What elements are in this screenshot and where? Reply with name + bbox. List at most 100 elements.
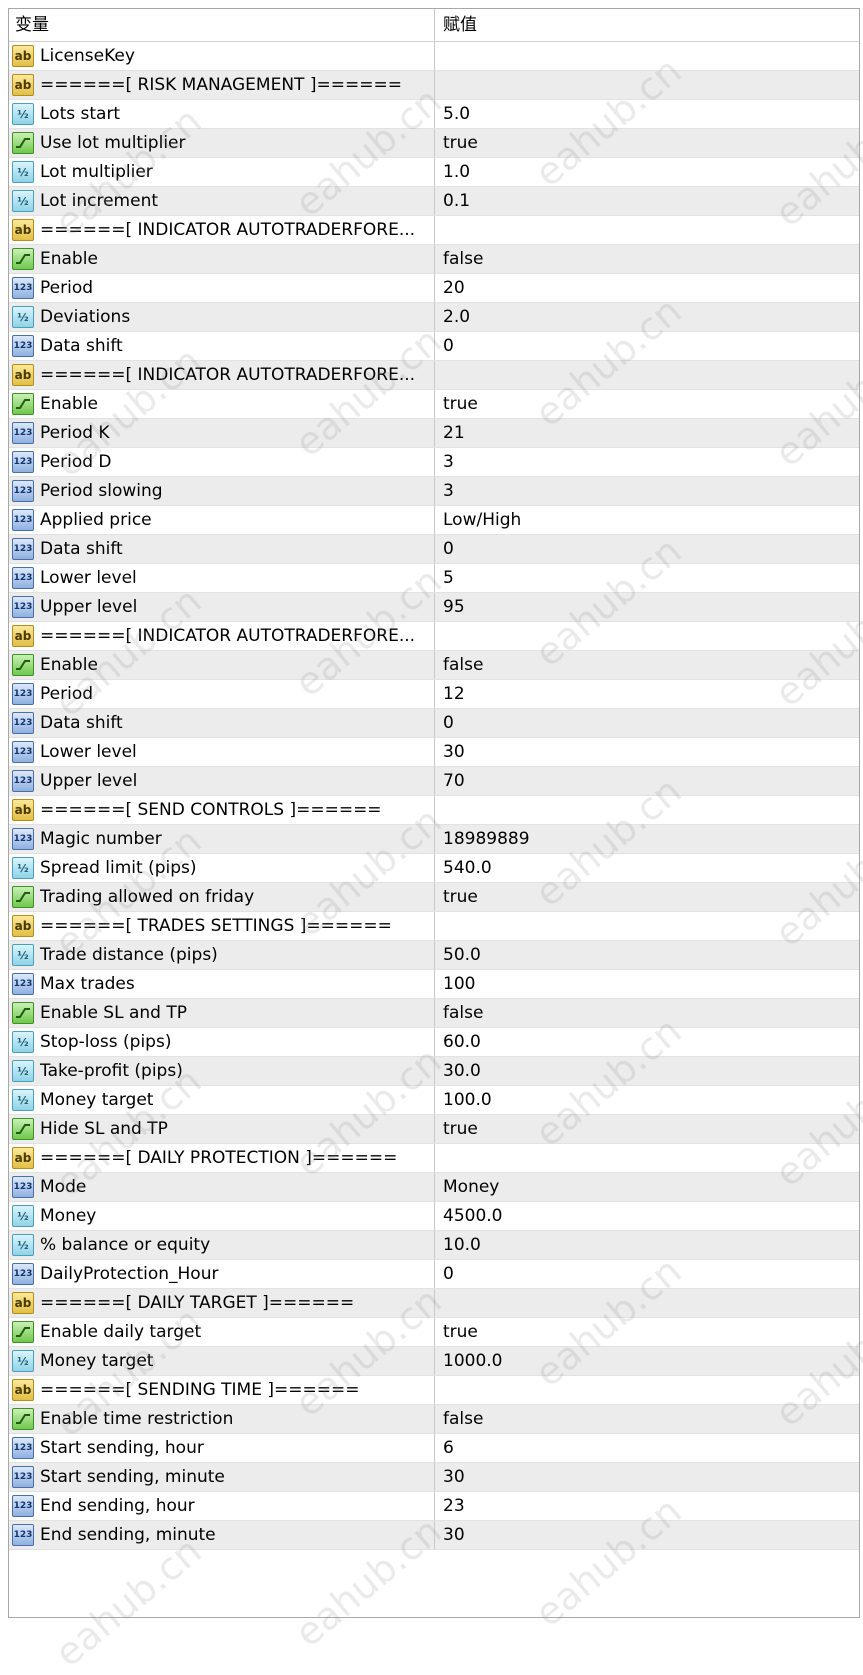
variable-cell[interactable]: ab ======[ INDICATOR AUTOTRADERFORE... xyxy=(9,622,435,650)
header-variable[interactable]: 变量 xyxy=(9,9,435,41)
variable-cell[interactable]: ½ Deviations xyxy=(9,303,435,331)
variable-cell[interactable]: Enable SL and TP xyxy=(9,999,435,1027)
variable-cell[interactable]: 123 Lower level xyxy=(9,564,435,592)
variable-cell[interactable]: ½ Money target xyxy=(9,1086,435,1114)
table-row[interactable]: 123 Lower level 5 xyxy=(9,564,859,593)
table-row[interactable]: 123 Lower level 30 xyxy=(9,738,859,767)
table-row[interactable]: 123 Start sending, hour 6 xyxy=(9,1434,859,1463)
value-cell[interactable]: true xyxy=(435,390,859,418)
variable-cell[interactable]: ½ Lots start xyxy=(9,100,435,128)
table-row[interactable]: ab ======[ INDICATOR AUTOTRADERFORE... xyxy=(9,216,859,245)
variable-cell[interactable]: Enable daily target xyxy=(9,1318,435,1346)
value-cell[interactable]: 23 xyxy=(435,1492,859,1520)
value-cell[interactable]: 21 xyxy=(435,419,859,447)
table-row[interactable]: 123 Data shift 0 xyxy=(9,332,859,361)
table-row[interactable]: ab ======[ DAILY TARGET ]====== xyxy=(9,1289,859,1318)
variable-cell[interactable]: ½ Trade distance (pips) xyxy=(9,941,435,969)
variable-cell[interactable]: ½ Stop-loss (pips) xyxy=(9,1028,435,1056)
variable-cell[interactable]: 123 Period slowing xyxy=(9,477,435,505)
value-cell[interactable]: 2.0 xyxy=(435,303,859,331)
table-row[interactable]: 123 Period D 3 xyxy=(9,448,859,477)
variable-cell[interactable]: ½ Take-profit (pips) xyxy=(9,1057,435,1085)
table-row[interactable]: Enable daily target true xyxy=(9,1318,859,1347)
header-value[interactable]: 赋值 xyxy=(435,9,477,41)
variable-cell[interactable]: Enable xyxy=(9,651,435,679)
variable-cell[interactable]: ½ Money target xyxy=(9,1347,435,1375)
table-row[interactable]: ½ Money target 100.0 xyxy=(9,1086,859,1115)
variable-cell[interactable]: 123 Upper level xyxy=(9,767,435,795)
value-cell[interactable] xyxy=(435,1144,859,1172)
value-cell[interactable] xyxy=(435,216,859,244)
value-cell[interactable]: 0 xyxy=(435,535,859,563)
value-cell[interactable] xyxy=(435,622,859,650)
value-cell[interactable]: 30 xyxy=(435,1521,859,1549)
variable-cell[interactable]: ab ======[ RISK MANAGEMENT ]====== xyxy=(9,71,435,99)
value-cell[interactable] xyxy=(435,42,859,70)
table-row[interactable]: Enable SL and TP false xyxy=(9,999,859,1028)
variable-cell[interactable]: 123 Start sending, minute xyxy=(9,1463,435,1491)
table-row[interactable]: ½ Lot multiplier 1.0 xyxy=(9,158,859,187)
value-cell[interactable]: 0 xyxy=(435,1260,859,1288)
table-row[interactable]: ab ======[ SENDING TIME ]====== xyxy=(9,1376,859,1405)
value-cell[interactable]: 20 xyxy=(435,274,859,302)
variable-cell[interactable]: 123 Data shift xyxy=(9,535,435,563)
value-cell[interactable]: 0 xyxy=(435,709,859,737)
value-cell[interactable] xyxy=(435,796,859,824)
value-cell[interactable]: 100.0 xyxy=(435,1086,859,1114)
table-row[interactable]: 123 End sending, hour 23 xyxy=(9,1492,859,1521)
value-cell[interactable]: 0 xyxy=(435,332,859,360)
table-row[interactable]: 123 Data shift 0 xyxy=(9,709,859,738)
variable-cell[interactable]: ½ Spread limit (pips) xyxy=(9,854,435,882)
variable-cell[interactable]: Enable xyxy=(9,390,435,418)
variable-cell[interactable]: 123 Period K xyxy=(9,419,435,447)
table-row[interactable]: ½ Spread limit (pips) 540.0 xyxy=(9,854,859,883)
table-row[interactable]: Enable false xyxy=(9,651,859,680)
table-row[interactable]: ab ======[ TRADES SETTINGS ]====== xyxy=(9,912,859,941)
table-row[interactable]: ½ Stop-loss (pips) 60.0 xyxy=(9,1028,859,1057)
variable-cell[interactable]: ab ======[ DAILY TARGET ]====== xyxy=(9,1289,435,1317)
value-cell[interactable]: 50.0 xyxy=(435,941,859,969)
table-row[interactable]: 123 Upper level 95 xyxy=(9,593,859,622)
value-cell[interactable]: false xyxy=(435,651,859,679)
value-cell[interactable]: 10.0 xyxy=(435,1231,859,1259)
value-cell[interactable]: 1000.0 xyxy=(435,1347,859,1375)
value-cell[interactable]: false xyxy=(435,245,859,273)
value-cell[interactable]: 100 xyxy=(435,970,859,998)
value-cell[interactable]: 18989889 xyxy=(435,825,859,853)
variable-cell[interactable]: ab ======[ TRADES SETTINGS ]====== xyxy=(9,912,435,940)
table-row[interactable]: Trading allowed on friday true xyxy=(9,883,859,912)
variable-cell[interactable]: 123 Max trades xyxy=(9,970,435,998)
table-row[interactable]: ½ Money 4500.0 xyxy=(9,1202,859,1231)
variable-cell[interactable]: 123 Start sending, hour xyxy=(9,1434,435,1462)
value-cell[interactable] xyxy=(435,1376,859,1404)
value-cell[interactable]: 30 xyxy=(435,738,859,766)
value-cell[interactable]: false xyxy=(435,999,859,1027)
value-cell[interactable]: true xyxy=(435,1318,859,1346)
variable-cell[interactable]: ab LicenseKey xyxy=(9,42,435,70)
value-cell[interactable]: 3 xyxy=(435,477,859,505)
variable-cell[interactable]: 123 Upper level xyxy=(9,593,435,621)
variable-cell[interactable]: 123 Period xyxy=(9,680,435,708)
variable-cell[interactable]: 123 Mode xyxy=(9,1173,435,1201)
value-cell[interactable] xyxy=(435,912,859,940)
value-cell[interactable] xyxy=(435,361,859,389)
table-row[interactable]: Enable true xyxy=(9,390,859,419)
value-cell[interactable]: 30 xyxy=(435,1463,859,1491)
table-row[interactable]: 123 Data shift 0 xyxy=(9,535,859,564)
table-row[interactable]: ab ======[ DAILY PROTECTION ]====== xyxy=(9,1144,859,1173)
value-cell[interactable] xyxy=(435,71,859,99)
variable-cell[interactable]: Hide SL and TP xyxy=(9,1115,435,1143)
value-cell[interactable]: 6 xyxy=(435,1434,859,1462)
value-cell[interactable] xyxy=(435,1289,859,1317)
variable-cell[interactable]: 123 Lower level xyxy=(9,738,435,766)
table-row[interactable]: Enable false xyxy=(9,245,859,274)
variable-cell[interactable]: 123 Period xyxy=(9,274,435,302)
table-row[interactable]: ab ======[ SEND CONTROLS ]====== xyxy=(9,796,859,825)
table-row[interactable]: Use lot multiplier true xyxy=(9,129,859,158)
table-row[interactable]: 123 Upper level 70 xyxy=(9,767,859,796)
variable-cell[interactable]: ½ Money xyxy=(9,1202,435,1230)
value-cell[interactable]: true xyxy=(435,883,859,911)
table-row[interactable]: Hide SL and TP true xyxy=(9,1115,859,1144)
table-row[interactable]: 123 Period slowing 3 xyxy=(9,477,859,506)
table-row[interactable]: ½ Deviations 2.0 xyxy=(9,303,859,332)
